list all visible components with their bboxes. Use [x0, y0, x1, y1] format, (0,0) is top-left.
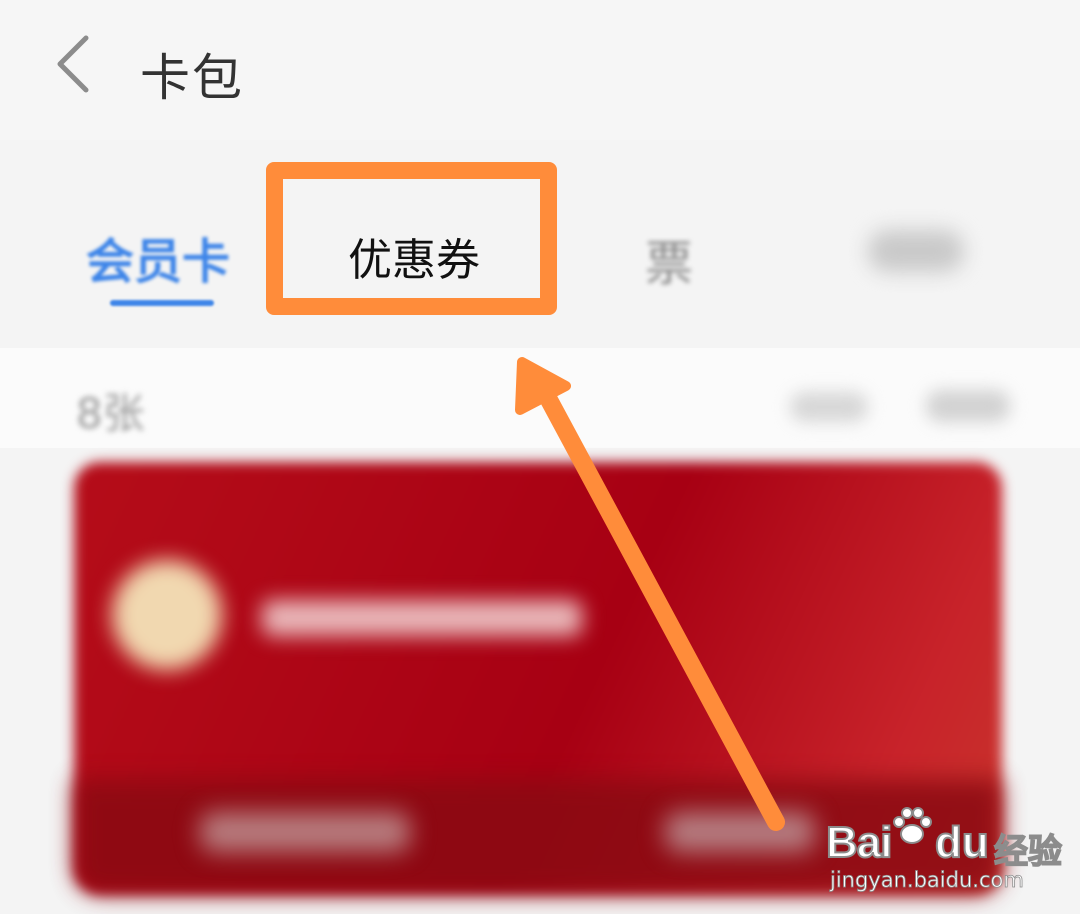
paw-icon: [893, 807, 932, 844]
pointer-arrow-icon: [515, 357, 785, 831]
watermark-brand-left: Bai: [825, 817, 894, 868]
baidu-jingyan-watermark: Bai du 经验 jingyan.baidu.com: [825, 800, 1066, 896]
watermark-brand-cn: 经验: [993, 831, 1062, 872]
watermark-url: jingyan.baidu.com: [830, 868, 1025, 893]
watermark-brand-right: du: [934, 817, 990, 868]
